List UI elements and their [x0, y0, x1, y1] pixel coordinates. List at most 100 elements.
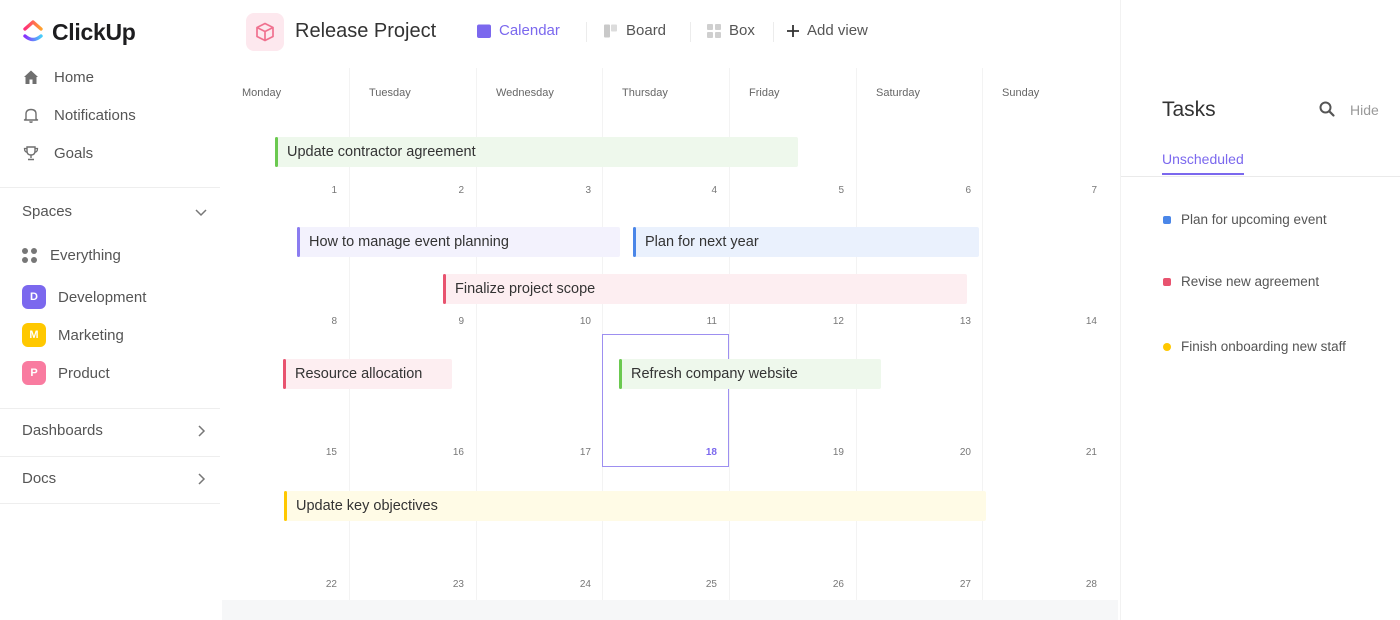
calendar-event[interactable]: Refresh company website: [619, 359, 881, 389]
date-number[interactable]: 15: [307, 447, 337, 458]
chevron-right-icon[interactable]: [194, 472, 208, 486]
date-number[interactable]: 9: [434, 316, 464, 327]
calendar-event[interactable]: Update contractor agreement: [275, 137, 798, 167]
date-number[interactable]: 16: [434, 447, 464, 458]
space-marketing[interactable]: M Marketing: [22, 323, 124, 347]
date-number[interactable]: 20: [941, 447, 971, 458]
tab-separator: [690, 22, 691, 42]
unscheduled-task[interactable]: Plan for upcoming event: [1163, 212, 1327, 227]
weekday-header: Wednesday: [496, 87, 554, 99]
docs-header[interactable]: Docs: [22, 470, 208, 487]
calendar-scroll-area: [222, 600, 1118, 620]
task-status-dot: [1163, 277, 1171, 286]
space-product[interactable]: P Product: [22, 361, 110, 385]
event-title: Update contractor agreement: [287, 144, 476, 160]
date-number[interactable]: 22: [307, 579, 337, 590]
sidebar-divider: [0, 456, 220, 457]
task-label: Finish onboarding new staff: [1181, 339, 1346, 354]
date-number[interactable]: 5: [814, 185, 844, 196]
add-view-button[interactable]: Add view: [786, 22, 868, 39]
calendar-event[interactable]: Resource allocation: [283, 359, 452, 389]
event-color-bar: [619, 359, 622, 389]
nav-notifications[interactable]: Notifications: [22, 106, 136, 124]
clickup-logo[interactable]: ClickUp: [22, 18, 136, 46]
panel-divider: [1121, 176, 1400, 177]
task-label: Plan for upcoming event: [1181, 212, 1327, 227]
tab-calendar[interactable]: Calendar: [476, 22, 560, 39]
home-icon: [24, 70, 38, 84]
date-number[interactable]: 27: [941, 579, 971, 590]
unscheduled-task[interactable]: Finish onboarding new staff: [1163, 339, 1346, 354]
event-color-bar: [297, 227, 300, 257]
task-status-dot: [1163, 342, 1171, 351]
nav-notifications-label: Notifications: [54, 106, 136, 124]
sidebar: ClickUp Home Notifications Goals Spaces …: [0, 0, 222, 620]
event-color-bar: [284, 491, 287, 521]
date-number[interactable]: 14: [1067, 316, 1097, 327]
calendar-event[interactable]: Finalize project scope: [443, 274, 967, 304]
event-title: Resource allocation: [295, 366, 423, 382]
tab-separator: [773, 22, 774, 42]
weekday-header: Sunday: [1002, 87, 1040, 99]
project-title: Release Project: [295, 20, 437, 42]
date-number[interactable]: 28: [1067, 579, 1097, 590]
tab-board-label: Board: [626, 22, 667, 39]
date-number[interactable]: 17: [561, 447, 591, 458]
tab-board[interactable]: Board: [603, 22, 666, 39]
today-date-number[interactable]: 18: [687, 447, 717, 458]
spaces-header[interactable]: Spaces: [22, 203, 208, 220]
trophy-icon: [23, 146, 39, 161]
date-number[interactable]: 10: [561, 316, 591, 327]
date-number[interactable]: 6: [941, 185, 971, 196]
date-number[interactable]: 13: [941, 316, 971, 327]
date-number[interactable]: 2: [434, 185, 464, 196]
event-title: How to manage event planning: [309, 234, 509, 250]
search-icon[interactable]: [1318, 100, 1336, 118]
calendar-event[interactable]: Update key objectives: [284, 491, 986, 521]
calendar-event[interactable]: Plan for next year: [633, 227, 979, 257]
date-number[interactable]: 23: [434, 579, 464, 590]
calendar-icon: [477, 24, 491, 38]
weekday-header: Monday: [242, 87, 282, 99]
chevron-right-icon[interactable]: [194, 424, 208, 438]
sidebar-divider: [0, 503, 220, 504]
weekday-header: Thursday: [622, 87, 668, 99]
tab-unscheduled[interactable]: Unscheduled: [1162, 151, 1244, 175]
date-number[interactable]: 3: [561, 185, 591, 196]
space-development[interactable]: D Development: [22, 285, 146, 309]
weekday-header: Tuesday: [369, 87, 411, 99]
date-number[interactable]: 19: [814, 447, 844, 458]
event-color-bar: [283, 359, 286, 389]
tasks-panel-title: Tasks: [1162, 98, 1216, 121]
task-status-dot: [1163, 215, 1171, 224]
chevron-down-icon[interactable]: [194, 205, 208, 219]
date-number[interactable]: 24: [561, 579, 591, 590]
weekday-header: Friday: [749, 87, 780, 99]
tab-box[interactable]: Box: [706, 22, 755, 39]
date-number[interactable]: 21: [1067, 447, 1097, 458]
hide-panel-button[interactable]: Hide: [1350, 102, 1379, 118]
date-number[interactable]: 8: [307, 316, 337, 327]
date-number[interactable]: 26: [814, 579, 844, 590]
tasks-panel: Tasks Hide Unscheduled Plan for upcoming…: [1120, 0, 1400, 620]
nav-goals[interactable]: Goals: [22, 144, 93, 162]
date-number[interactable]: 4: [687, 185, 717, 196]
clickup-logo-icon: [23, 20, 43, 42]
date-number[interactable]: 7: [1067, 185, 1097, 196]
unscheduled-task[interactable]: Revise new agreement: [1163, 274, 1319, 289]
everything-icon: [22, 247, 38, 264]
nav-home[interactable]: Home: [22, 68, 94, 86]
cube-icon: [256, 22, 274, 42]
event-title: Finalize project scope: [455, 281, 596, 297]
dashboards-header[interactable]: Dashboards: [22, 422, 208, 439]
space-everything-label: Everything: [50, 247, 121, 264]
sidebar-divider: [0, 187, 220, 188]
calendar-event[interactable]: How to manage event planning: [297, 227, 620, 257]
date-number[interactable]: 12: [814, 316, 844, 327]
date-number[interactable]: 25: [687, 579, 717, 590]
dashboards-label: Dashboards: [22, 422, 103, 439]
date-number[interactable]: 1: [307, 185, 337, 196]
date-number[interactable]: 11: [687, 316, 717, 327]
space-everything[interactable]: Everything: [22, 247, 121, 264]
board-icon: [604, 24, 617, 37]
